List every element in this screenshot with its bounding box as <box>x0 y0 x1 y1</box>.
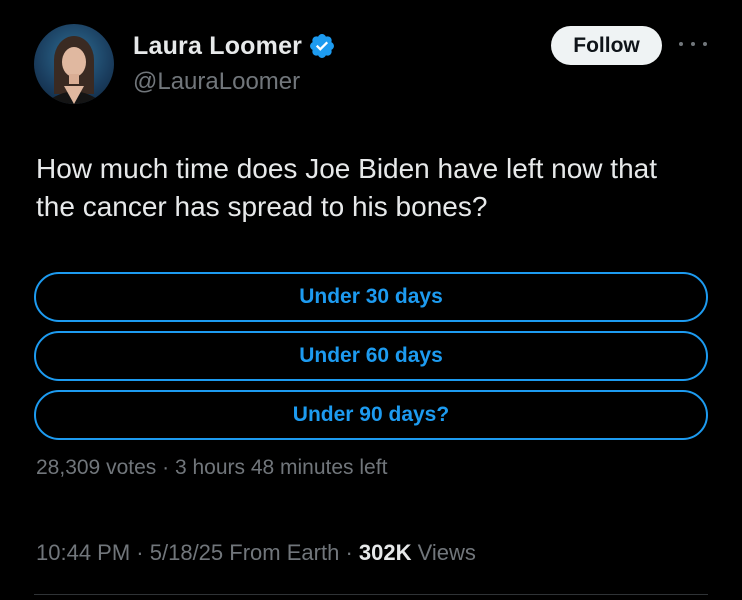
poll-option-under-90-days[interactable]: Under 90 days? <box>34 390 708 440</box>
more-dot <box>703 42 707 46</box>
avatar-portrait-icon <box>44 36 104 104</box>
more-horizontal-icon[interactable] <box>679 34 707 54</box>
handle[interactable]: @LauraLoomer <box>133 68 336 96</box>
verified-badge-icon <box>308 32 336 60</box>
avatar[interactable] <box>34 24 114 104</box>
divider <box>34 594 708 595</box>
meta-separator: · <box>345 540 353 565</box>
name-row: Laura Loomer <box>133 28 336 64</box>
poll-option-under-60-days[interactable]: Under 60 days <box>34 331 708 381</box>
tweet-header: Laura Loomer @LauraLoomer Follow <box>0 0 742 130</box>
more-dot <box>691 42 695 46</box>
more-dot <box>679 42 683 46</box>
tweet-date[interactable]: 5/18/25 <box>150 540 223 565</box>
views-count[interactable]: 302K <box>359 540 412 565</box>
tweet-source: From Earth <box>229 540 340 565</box>
poll-time-left: 3 hours 48 minutes left <box>174 456 388 479</box>
poll-option-under-30-days[interactable]: Under 30 days <box>34 272 708 322</box>
author-block: Laura Loomer @LauraLoomer <box>133 28 336 96</box>
poll: Under 30 days Under 60 days Under 90 day… <box>34 272 708 449</box>
poll-separator: · <box>162 456 170 479</box>
display-name[interactable]: Laura Loomer <box>133 32 302 61</box>
poll-votes: 28,309 votes <box>36 456 157 479</box>
tweet-meta: 10:44 PM · 5/18/25 From Earth · 302K Vie… <box>36 540 476 566</box>
poll-meta: 28,309 votes · 3 hours 48 minutes left <box>36 456 387 480</box>
tweet-time[interactable]: 10:44 PM <box>36 540 130 565</box>
meta-separator: · <box>136 540 144 565</box>
follow-button[interactable]: Follow <box>551 26 662 65</box>
views-label[interactable]: Views <box>418 540 476 565</box>
tweet-text: How much time does Joe Biden have left n… <box>36 153 658 222</box>
